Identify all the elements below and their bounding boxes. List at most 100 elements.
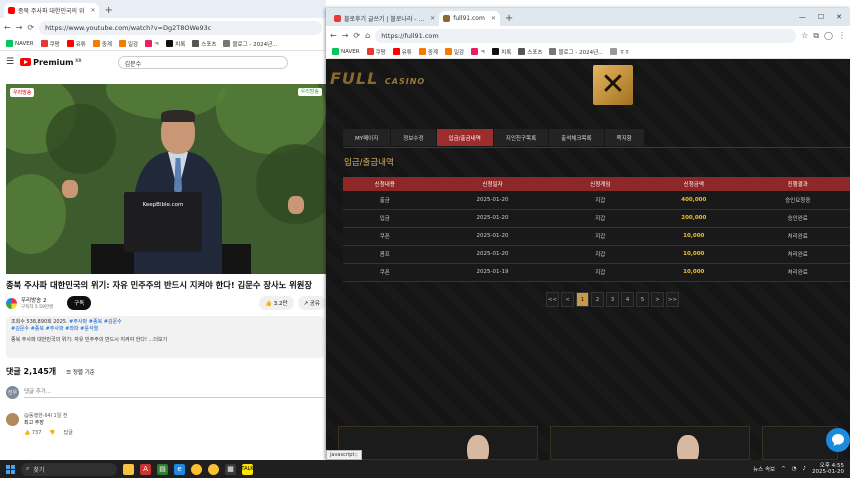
new-tab-button[interactable]: + xyxy=(104,3,112,18)
sort-button[interactable]: ☰ 정렬 기준 xyxy=(66,368,95,376)
page-button[interactable]: 3 xyxy=(606,292,619,307)
chrome-icon[interactable] xyxy=(208,463,219,475)
page-button[interactable]: 5 xyxy=(636,292,649,307)
page-button[interactable]: >> xyxy=(666,292,679,307)
page-button[interactable]: 4 xyxy=(621,292,634,307)
wifi-icon[interactable]: ◔ xyxy=(792,466,797,472)
news-widget[interactable]: 뉴스 속보 xyxy=(753,465,775,473)
page-button[interactable]: < xyxy=(561,292,574,307)
like-button[interactable]: 👍 3.2만 xyxy=(259,296,294,310)
back-icon[interactable]: ← xyxy=(4,23,11,32)
bookmark-sports[interactable]: 스포츠 xyxy=(192,40,216,48)
commenter-avatar[interactable] xyxy=(6,413,19,426)
clock[interactable]: 오후 4:55 2025-01-20 xyxy=(812,463,844,475)
site-logo[interactable]: FULL CASINO xyxy=(330,69,425,88)
close-tab-icon[interactable]: ✕ xyxy=(430,15,435,22)
tab-full91[interactable]: full91.com ✕ xyxy=(439,11,500,26)
close-tab-icon[interactable]: ✕ xyxy=(90,7,95,14)
k-icon xyxy=(145,40,153,47)
subscribe-button[interactable]: 구독 xyxy=(67,296,92,310)
app-icon[interactable]: A xyxy=(140,463,151,475)
comment-dislike-button[interactable]: 👎 xyxy=(49,430,55,437)
home-icon[interactable]: ⌂ xyxy=(365,31,370,40)
bookmark-naver[interactable]: NAVER xyxy=(332,48,360,55)
bookmark-broadcast[interactable]: 중계 xyxy=(92,40,112,48)
comment-like-button[interactable]: 👍 737 xyxy=(24,430,41,437)
extensions-icon[interactable]: ⧉ xyxy=(813,31,819,41)
share-button[interactable]: ↗ 공유 xyxy=(297,296,326,310)
close-tab-icon[interactable]: ✕ xyxy=(491,15,496,22)
casino-window: 블로후기 글쓰기 | 블로나라 - ... ✕ full91.com ✕ + —… xyxy=(326,8,850,460)
bookmark-work[interactable]: 일감 xyxy=(118,40,138,48)
menu-dots-icon[interactable]: ⋮ xyxy=(838,31,846,40)
page-button[interactable]: 1 xyxy=(576,292,589,307)
bookmark-k[interactable]: ㅋ xyxy=(145,40,159,48)
hashtags[interactable]: #주사파 #종북 #김문수 xyxy=(69,319,122,325)
reload-icon[interactable]: ⟳ xyxy=(27,23,34,32)
search-input[interactable]: 김문수 xyxy=(117,55,288,69)
bookmark-broadcast[interactable]: 중계 xyxy=(418,48,438,56)
game-card[interactable] xyxy=(338,426,538,460)
star-icon[interactable]: ☆ xyxy=(801,31,808,40)
file-explorer-icon[interactable] xyxy=(123,463,134,475)
app-icon[interactable]: ▦ xyxy=(225,463,236,475)
maximize-icon[interactable]: ☐ xyxy=(818,13,824,21)
bookmark-k[interactable]: ㅋ xyxy=(471,48,485,56)
reload-icon[interactable]: ⟳ xyxy=(353,31,360,40)
channel-logo-badge: 우리방송 xyxy=(297,88,322,96)
url-text: https://www.youtube.com/watch?v=Dg2T8OWe… xyxy=(45,23,212,32)
comment-input[interactable]: 댓글 추가... xyxy=(24,387,324,398)
bookmark-naver[interactable]: NAVER xyxy=(6,40,34,47)
bookmark-coupang[interactable]: 쿠팡 xyxy=(40,40,60,48)
nav-tab-4[interactable]: 출석체크목록 xyxy=(549,129,604,146)
volume-icon[interactable]: ♪ xyxy=(803,466,807,472)
address-bar[interactable]: https://www.youtube.com/watch?v=Dg2T8OWe… xyxy=(39,20,322,35)
bookmark-sports[interactable]: 스포츠 xyxy=(518,48,542,56)
tab-blog[interactable]: 블로후기 글쓰기 | 블로나라 - ... ✕ xyxy=(330,11,440,26)
nav-tab-3[interactable]: 지인친구목록 xyxy=(493,129,549,146)
taskbar-search[interactable]: ⌕ 찾기 xyxy=(21,462,117,476)
bookmark-coupang[interactable]: 쿠팡 xyxy=(366,48,386,56)
bookmark-youtube[interactable]: 유튜 xyxy=(392,48,412,56)
bookmark-youtube[interactable]: 유튜 xyxy=(66,40,86,48)
forward-icon[interactable]: → xyxy=(342,31,349,40)
reply-button[interactable]: 답글 xyxy=(64,430,73,437)
bookmark-chirok[interactable]: 치록 xyxy=(492,48,511,56)
profile-icon[interactable]: ◯ xyxy=(824,31,833,40)
chat-button[interactable] xyxy=(826,428,850,452)
hamburger-icon[interactable]: ☰ xyxy=(6,57,14,67)
bookmark-work[interactable]: 일감 xyxy=(444,48,464,56)
tab-youtube[interactable]: 종북 주사파 대한민국의 위 ✕ xyxy=(4,3,100,18)
bookmark-hh[interactable]: ㅎㅎ xyxy=(610,48,630,56)
new-tab-button[interactable]: + xyxy=(505,11,513,26)
bookmark-blog[interactable]: 블로그 - 2024년... xyxy=(223,40,277,48)
tray-chevron-icon[interactable]: ^ xyxy=(781,466,786,472)
windows-start-icon[interactable] xyxy=(6,464,15,474)
youtube-logo[interactable]: Premium KR xyxy=(20,58,82,67)
nav-tab-2[interactable]: 입금/출금내역 xyxy=(436,129,493,146)
edge-icon[interactable]: e xyxy=(174,463,185,475)
back-icon[interactable]: ← xyxy=(330,31,337,40)
page-button[interactable]: 2 xyxy=(591,292,604,307)
app-icon[interactable]: ▤ xyxy=(157,463,168,475)
video-description[interactable]: 조회수 538,890회 2025. #주사파 #종북 #김문수 #김문수 #종… xyxy=(6,316,324,358)
page-button[interactable]: << xyxy=(546,292,559,307)
nav-tab-0[interactable]: MY페이지 xyxy=(343,129,391,146)
chrome-icon[interactable] xyxy=(191,463,202,475)
kakaotalk-icon[interactable]: TALK xyxy=(241,463,254,475)
minimize-icon[interactable]: — xyxy=(799,13,806,21)
game-card[interactable] xyxy=(550,426,750,460)
page-button[interactable]: > xyxy=(651,292,664,307)
channel-name[interactable]: 우리방송 2 xyxy=(21,296,53,304)
hashtags-line[interactable]: #김문수 #종북 #주사파 #좌파 #윤석열 xyxy=(11,326,319,333)
video-player[interactable]: KeepBible.com 우리방송 우리방송 xyxy=(6,84,326,274)
forward-icon[interactable]: → xyxy=(16,23,23,32)
bookmark-chirok[interactable]: 치록 xyxy=(166,40,185,48)
close-button[interactable]: ✕ xyxy=(593,65,633,105)
address-bar[interactable]: https://full91.com xyxy=(375,28,797,43)
bookmark-blog[interactable]: 블로그 - 2024년... xyxy=(549,48,603,56)
channel-avatar[interactable] xyxy=(6,297,17,309)
nav-tab-1[interactable]: 정보수정 xyxy=(391,129,436,146)
nav-tab-5[interactable]: 쪽지함 xyxy=(604,129,644,146)
close-window-icon[interactable]: ✕ xyxy=(836,13,842,21)
